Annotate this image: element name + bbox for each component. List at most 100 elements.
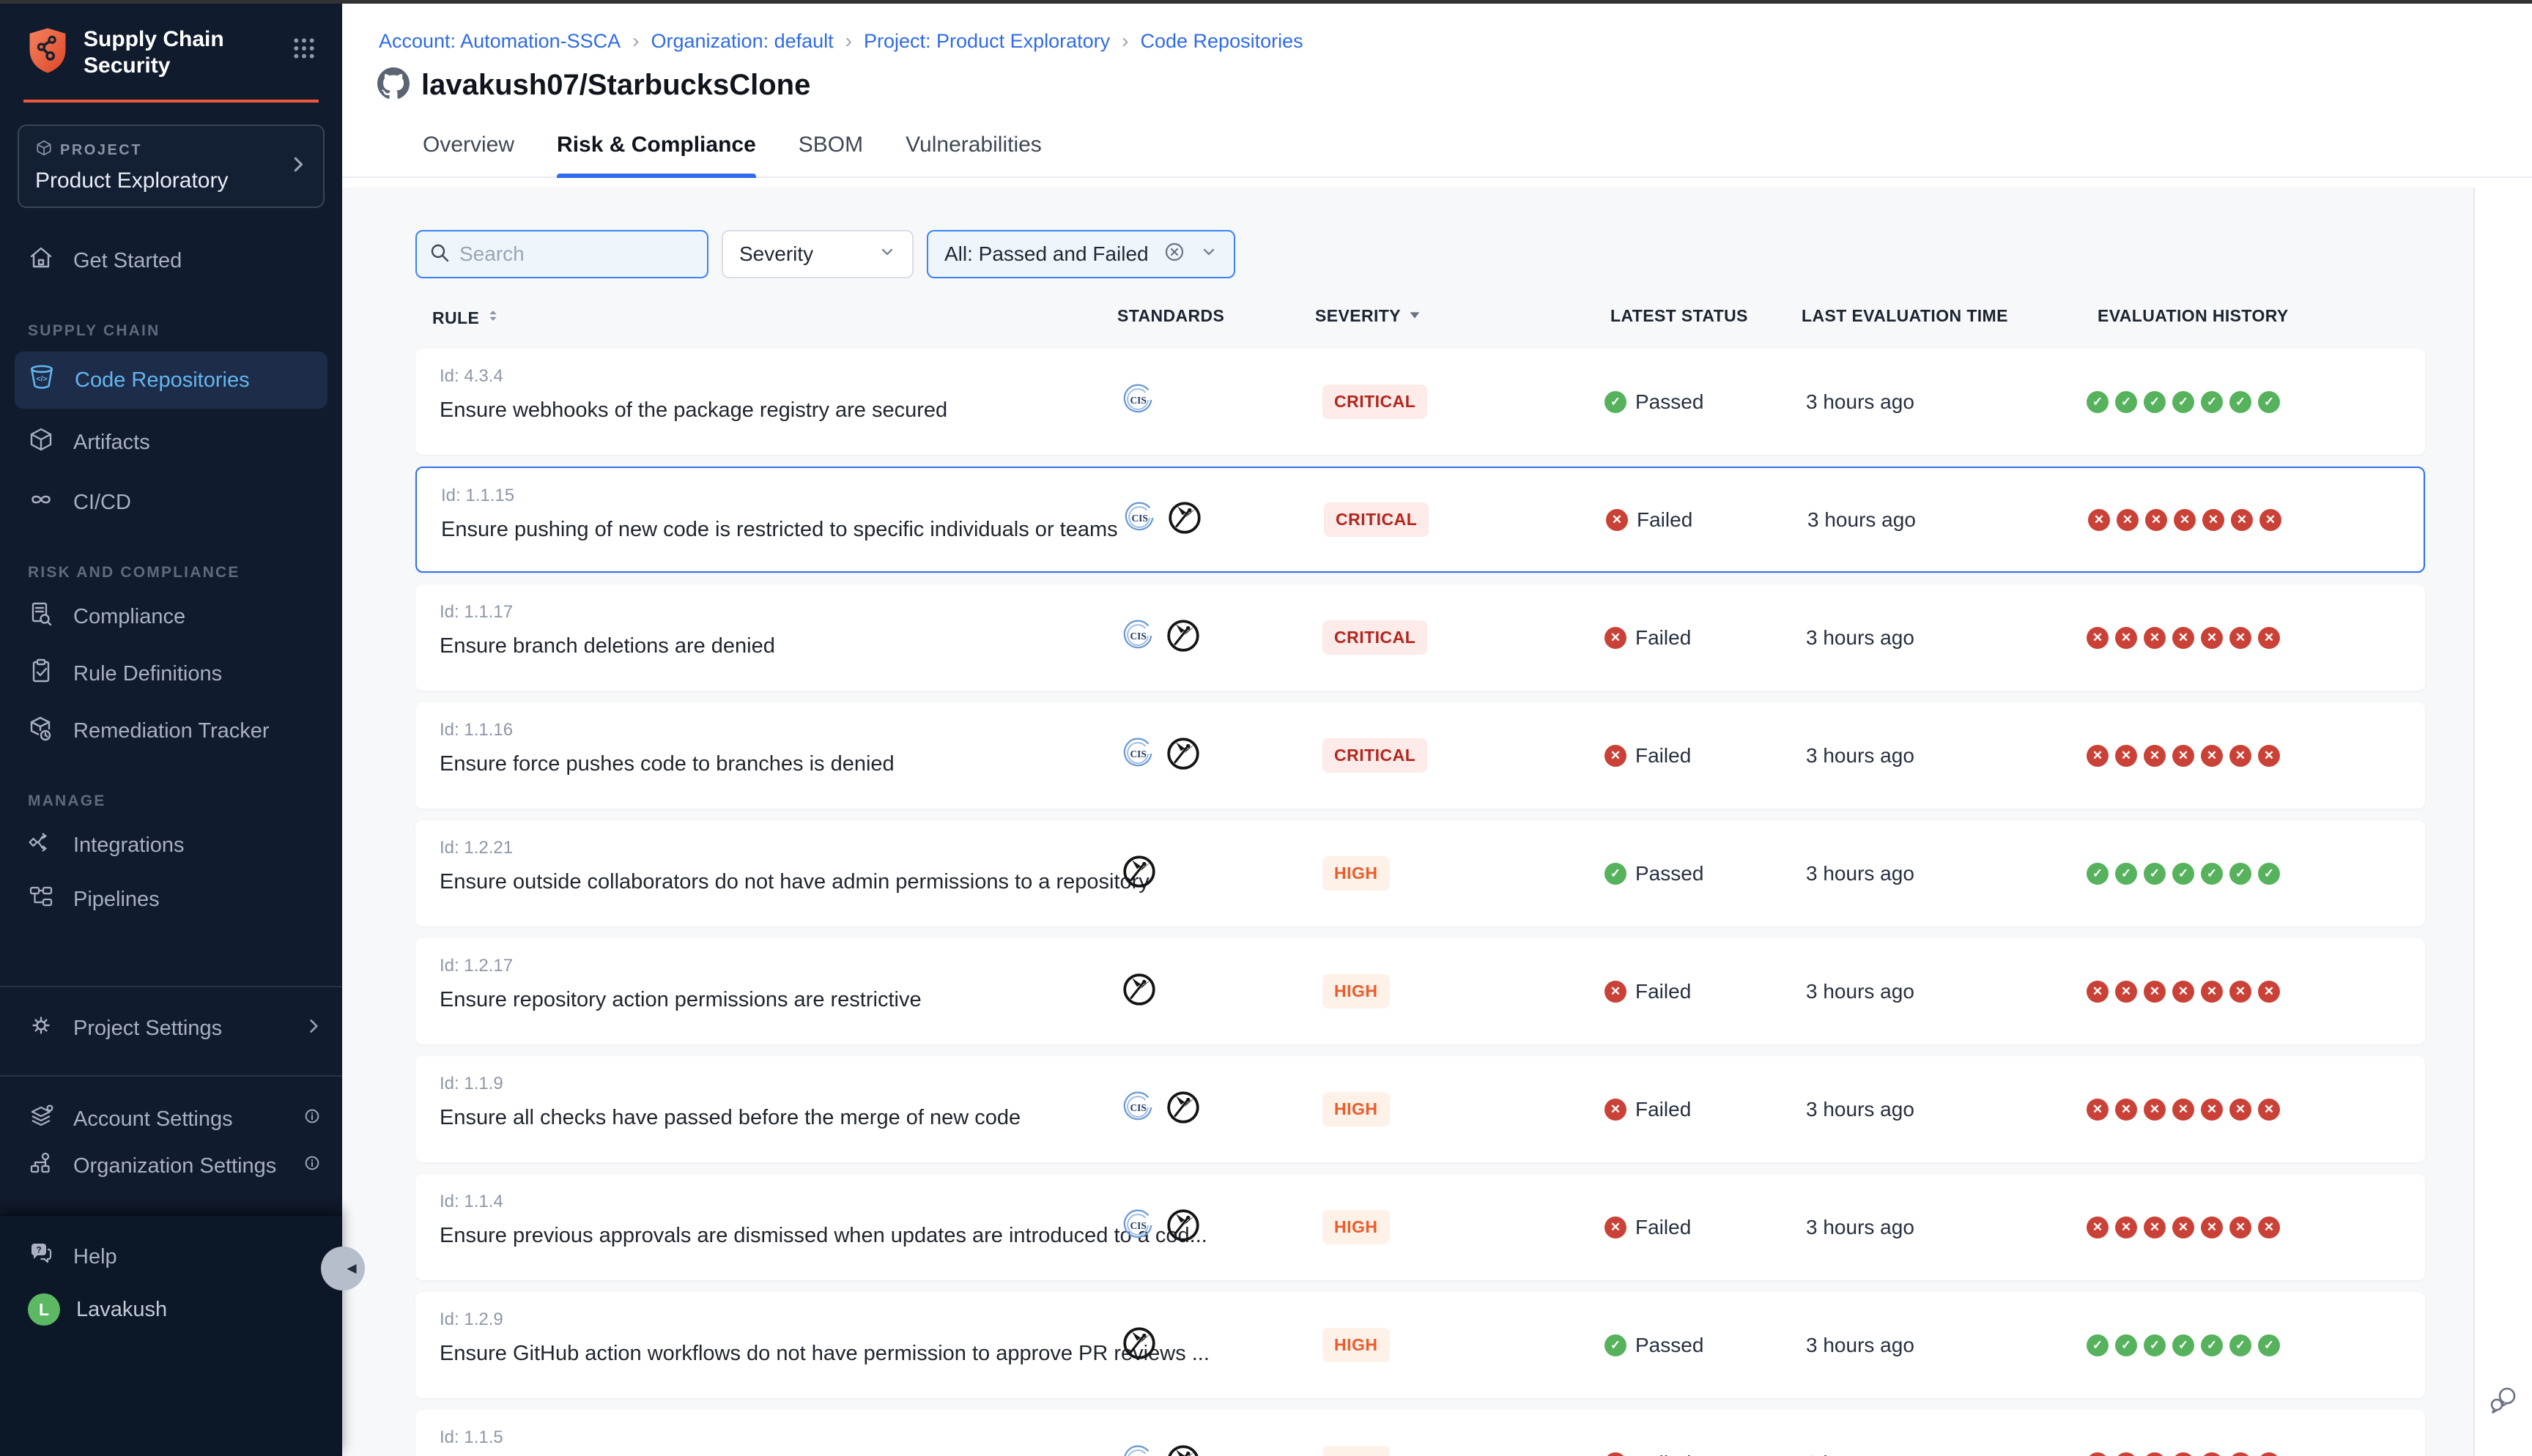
breadcrumb-link[interactable]: Project: Product Exploratory [864, 30, 1110, 53]
sidebar-collapse-handle[interactable]: ◀ [321, 1247, 365, 1290]
sidebar-item-artifacts[interactable]: Artifacts [0, 419, 342, 466]
tab-vulnerabilities[interactable]: Vulnerabilities [906, 133, 1042, 177]
pipelines-icon [28, 883, 54, 915]
severity-filter-label: Severity [739, 242, 813, 266]
tab-overview[interactable]: Overview [423, 133, 514, 177]
history-fail-icon: ✕ [2201, 627, 2223, 649]
severity-filter[interactable]: Severity [722, 230, 914, 278]
sidebar-item-help[interactable]: ? Help [0, 1233, 342, 1280]
owasp-standard-icon [1165, 617, 1202, 658]
sidebar-item-pipelines[interactable]: Pipelines [0, 876, 342, 923]
passed-icon: ✓ [1604, 1334, 1626, 1356]
tab-risk-compliance[interactable]: Risk & Compliance [557, 133, 756, 177]
owasp-standard-icon [1165, 1443, 1202, 1456]
history-pass-icon: ✓ [2087, 1334, 2109, 1356]
evaluation-history: ✕✕✕✕✕✕✕ [2087, 1410, 2280, 1456]
sidebar-item-label: CI/CD [73, 491, 131, 515]
table-row[interactable]: Id: 1.2.9Ensure GitHub action workflows … [415, 1292, 2425, 1398]
history-fail-icon: ✕ [2229, 627, 2251, 649]
breadcrumb-link[interactable]: Organization: default [651, 30, 834, 53]
rule-text: Ensure force pushes code to branches is … [440, 752, 1099, 776]
history-fail-icon: ✕ [2201, 1099, 2223, 1121]
table-row[interactable]: Id: 1.2.21Ensure outside collaborators d… [415, 820, 2425, 926]
svg-text:CIS: CIS [1130, 631, 1146, 642]
sidebar-item-code-repositories[interactable]: </> Code Repositories [15, 352, 327, 409]
table-row[interactable]: Id: 1.1.17Ensure branch deletions are de… [415, 584, 2425, 691]
history-fail-icon: ✕ [2172, 745, 2194, 767]
chevron-down-icon [1200, 242, 1218, 266]
history-fail-icon: ✕ [2231, 509, 2253, 531]
project-eyebrow-label: PROJECT [60, 142, 142, 159]
table-row[interactable]: Id: 1.1.16Ensure force pushes code to br… [415, 702, 2425, 809]
table-row[interactable]: Id: 1.1.15Ensure pushing of new code is … [415, 467, 2425, 573]
app-logo-shield-icon [25, 26, 70, 78]
history-pass-icon: ✓ [2115, 391, 2137, 413]
history-fail-icon: ✕ [2229, 1099, 2251, 1121]
evaluation-history: ✕✕✕✕✕✕✕ [2087, 1174, 2280, 1280]
status-label: Passed [1635, 1334, 1703, 1357]
history-fail-icon: ✕ [2259, 509, 2281, 531]
sort-icon[interactable] [485, 306, 501, 330]
standards-cell: CIS [1121, 1410, 1202, 1456]
history-fail-icon: ✕ [2144, 1452, 2166, 1456]
history-fail-icon: ✕ [2229, 1217, 2251, 1238]
column-header-evaluation-history: EVALUATION HISTORY [2098, 306, 2289, 326]
search-input[interactable] [459, 242, 679, 266]
sidebar-item-compliance[interactable]: Compliance [0, 593, 342, 640]
integrations-icon [28, 829, 54, 861]
history-pass-icon: ✓ [2172, 863, 2194, 885]
cis-standard-icon: CIS [1121, 383, 1155, 420]
table-row[interactable]: Id: 1.1.4Ensure previous approvals are d… [415, 1174, 2425, 1280]
table-row[interactable]: Id: 1.1.9Ensure all checks have passed b… [415, 1056, 2425, 1162]
failed-icon: ✕ [1604, 745, 1626, 767]
sidebar-item-project-settings[interactable]: Project Settings [0, 1005, 342, 1052]
history-pass-icon: ✓ [2087, 391, 2109, 413]
severity-cell: CRITICAL [1324, 468, 1429, 571]
sidebar-item-get-started[interactable]: Get Started [0, 237, 342, 284]
clear-filter-icon[interactable] [1163, 241, 1185, 268]
standards-cell: CIS [1121, 1056, 1202, 1162]
evaluation-time: 3 hours ago [1806, 349, 1914, 455]
history-fail-icon: ✕ [2087, 1452, 2109, 1456]
evaluation-time: 3 hours ago [1806, 1292, 1914, 1398]
column-header-rule[interactable]: RULE [432, 306, 501, 330]
sidebar-item-account-settings[interactable]: Account Settings [0, 1096, 342, 1143]
rules-list: Id: 4.3.4Ensure webhooks of the package … [415, 349, 2425, 1456]
avatar: L [28, 1293, 60, 1326]
sidebar-item-rule-definitions[interactable]: Rule Definitions [0, 650, 342, 697]
sidebar-item-label: Account Settings [73, 1107, 233, 1132]
sidebar-item-label: Project Settings [73, 1017, 222, 1041]
chat-feedback-icon[interactable] [2487, 1383, 2520, 1421]
cis-standard-icon: CIS [1121, 1208, 1155, 1246]
sidebar-item-label: Code Repositories [75, 368, 250, 393]
evaluation-history: ✕✕✕✕✕✕✕ [2087, 1056, 2280, 1162]
rule-id: Id: 1.2.9 [440, 1310, 503, 1330]
sidebar-item-remediation-tracker[interactable]: Remediation Tracker [0, 707, 342, 754]
sidebar: Supply Chain Security PROJECT Product Ex… [0, 0, 342, 1456]
user-menu[interactable]: L Lavakush [0, 1280, 342, 1339]
status-cell: ✕Failed [1604, 1056, 1691, 1162]
project-box-icon [35, 139, 53, 161]
rule-id: Id: 1.2.17 [440, 956, 513, 976]
project-selector[interactable]: PROJECT Product Exploratory [18, 125, 325, 208]
history-pass-icon: ✓ [2087, 863, 2109, 885]
app-switcher-grid-icon[interactable] [292, 37, 316, 64]
column-header-severity[interactable]: SEVERITY [1315, 306, 1423, 326]
status-label: Passed [1635, 862, 1703, 885]
history-pass-icon: ✓ [2172, 1334, 2194, 1356]
info-icon[interactable] [301, 1152, 323, 1180]
breadcrumb-link[interactable]: Code Repositories [1140, 30, 1303, 53]
table-row[interactable]: Id: 4.3.4Ensure webhooks of the package … [415, 349, 2425, 455]
status-filter[interactable]: All: Passed and Failed [927, 230, 1235, 278]
sidebar-item-label: Compliance [73, 605, 185, 629]
info-icon[interactable] [301, 1105, 323, 1133]
breadcrumb-link[interactable]: Account: Automation-SSCA [379, 30, 621, 53]
table-row[interactable]: Id: 1.2.17Ensure repository action permi… [415, 938, 2425, 1044]
sidebar-item-integrations[interactable]: Integrations [0, 822, 342, 869]
severity-badge: HIGH [1322, 1446, 1390, 1456]
sort-desc-icon[interactable] [1407, 306, 1423, 326]
table-row[interactable]: Id: 1.1.5CISHIGH✕Failed3 hours ago✕✕✕✕✕✕… [415, 1410, 2425, 1456]
sidebar-item-cicd[interactable]: CI/CD [0, 479, 342, 526]
sidebar-item-organization-settings[interactable]: Organization Settings [0, 1143, 342, 1189]
tab-sbom[interactable]: SBOM [799, 133, 863, 177]
